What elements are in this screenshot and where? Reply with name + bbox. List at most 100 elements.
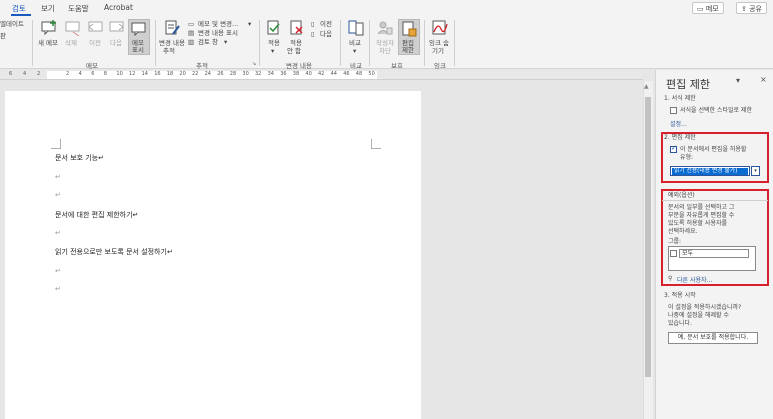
- ruler-number: 26: [217, 71, 224, 77]
- previous-change-icon: ▯: [311, 20, 315, 28]
- tab-help[interactable]: 도움말: [68, 3, 89, 14]
- next-change-icon: ▯: [311, 30, 315, 38]
- next-comment-icon: [109, 21, 124, 32]
- ruler-number: 22: [192, 71, 199, 77]
- users-icon: ⚲: [668, 275, 673, 282]
- ruler-number: 8: [103, 71, 107, 77]
- crop-mark: [371, 139, 381, 149]
- more-users-link[interactable]: 다른 사용자...: [677, 275, 712, 284]
- ruler-number: 46: [343, 71, 350, 77]
- ruler-number: 42: [318, 71, 325, 77]
- memo-button[interactable]: ▭ 메모: [692, 2, 724, 14]
- changes-group-label: 변경 내용: [286, 62, 312, 70]
- ruler-number: 4: [23, 71, 27, 77]
- ruler-number: 4: [78, 71, 82, 77]
- show-comments-button[interactable]: 메모 표시: [128, 19, 150, 55]
- tab-review[interactable]: 검토: [12, 3, 26, 14]
- partial-label: 판: [0, 32, 6, 40]
- chevron-down-icon: ▾: [248, 20, 252, 28]
- ruler-number: 40: [305, 71, 312, 77]
- checkmark-icon: ✓: [671, 144, 677, 152]
- protect-group-label: 보호: [391, 62, 403, 70]
- apply-protection-button[interactable]: 예, 문서 보호를 적용합니다.: [668, 332, 758, 344]
- paragraph-mark[interactable]: ↵: [55, 267, 61, 275]
- ribbon-tab-bar: 검토 보기 도움말 Acrobat ▭ 메모 ⇪ 공유: [0, 0, 773, 16]
- formatting-restriction-label: 서식을 선택한 스타일로 제한: [680, 107, 752, 114]
- ink-icon: [432, 20, 448, 35]
- ruler-number: 34: [267, 71, 274, 77]
- section3-desc-2: 나중에 설정을 해제할 수: [668, 312, 729, 319]
- exceptions-heading: 예외(옵션): [668, 192, 695, 199]
- doc-line[interactable]: 문서 보호 기능↵: [55, 153, 104, 163]
- paragraph-mark[interactable]: ↵: [55, 229, 61, 237]
- show-comments-icon: [131, 22, 146, 37]
- scrollbar-thumb[interactable]: [645, 97, 651, 377]
- groups-label: 그룹:: [668, 238, 682, 245]
- ruler-number: 50: [368, 71, 375, 77]
- restrict-editing-button[interactable]: 편집 제한: [398, 19, 420, 55]
- ruler-number: 28: [229, 71, 237, 77]
- group-separator: [155, 20, 156, 66]
- formatting-restriction-checkbox[interactable]: [670, 107, 677, 114]
- exceptions-desc-1: 문서의 일부를 선택하고 그: [668, 204, 735, 211]
- section3-heading: 3. 적용 시작: [664, 292, 696, 299]
- editing-restriction-label: 이 문서에서 편집을 허용할: [680, 146, 747, 153]
- track-changes-icon: [165, 20, 180, 35]
- ribbon: 엘데이트 판 새 메모 삭제 이전 다음 메모 표시 메모 변경 내용 추적 ▭…: [0, 16, 773, 70]
- memo-group-label: 메모: [86, 62, 98, 70]
- doc-line[interactable]: 읽기 전용으로만 보도록 문서 설정하기↵: [55, 247, 173, 257]
- ruler-number: 38: [292, 71, 300, 77]
- ruler-number: 2: [37, 71, 41, 77]
- ruler-number: 14: [141, 71, 148, 77]
- paragraph-mark[interactable]: ↵: [55, 173, 61, 181]
- ruler-number: 10: [116, 71, 123, 77]
- ruler-number: 44: [330, 71, 337, 77]
- editing-restriction-checkbox[interactable]: ✓: [670, 144, 677, 153]
- crop-mark: [51, 139, 61, 149]
- tab-view[interactable]: 보기: [41, 3, 55, 14]
- editing-type-dropdown[interactable]: 읽기 전용(내용 변경 불가): [670, 166, 750, 176]
- section3-desc-3: 있습니다.: [668, 320, 692, 327]
- section2-heading: 2. 편집 제한: [664, 134, 696, 141]
- dialog-launcher-icon[interactable]: ↘: [252, 60, 256, 68]
- tab-acrobat[interactable]: Acrobat: [104, 3, 133, 12]
- reviewing-pane-icon: ▥: [188, 38, 195, 46]
- ruler-number: 24: [204, 71, 211, 77]
- document-page[interactable]: 문서 보호 기능↵ ↵ ↵ 문서에 대한 편집 제한하기↵ ↵ 읽기 전용으로만…: [5, 91, 421, 419]
- editing-restriction-label-2: 유형:: [680, 154, 694, 161]
- group-separator: [32, 20, 33, 66]
- doc-line[interactable]: 문서에 대한 편집 제한하기↵: [55, 210, 138, 220]
- everyone-checkbox[interactable]: [670, 250, 677, 257]
- block-authors-icon: [377, 21, 393, 35]
- chevron-down-icon[interactable]: ▾: [751, 166, 760, 176]
- update-partial-label: 엘데이트: [0, 20, 24, 28]
- delete-comment-icon: [65, 21, 80, 36]
- section3-desc-1: 이 설정을 적용하시겠습니까?: [668, 304, 742, 311]
- exceptions-desc-2: 부분을 자유롭게 편집할 수: [668, 212, 735, 219]
- settings-link[interactable]: 설정...: [670, 119, 687, 128]
- pane-title: 편집 제한: [666, 78, 710, 91]
- everyone-item[interactable]: 모두: [679, 249, 749, 258]
- section1-heading: 1. 서식 제한: [664, 95, 696, 102]
- paragraph-mark[interactable]: ↵: [55, 191, 61, 199]
- close-icon[interactable]: ×: [760, 75, 767, 84]
- markup-icon: ▭: [188, 20, 195, 28]
- ruler-number: 16: [154, 71, 161, 77]
- group-separator: [259, 20, 260, 66]
- comment-icon: ▭: [697, 5, 704, 13]
- ruler-number: 12: [129, 71, 136, 77]
- compare-group-label: 비교: [350, 62, 362, 70]
- horizontal-ruler[interactable]: 6 4 2 2 4 6 8 10 12 14 16 18 20 22 24 26 28 30 32 34 36 38 40 4…: [0, 70, 643, 80]
- ruler-number: 32: [255, 71, 262, 77]
- share-button[interactable]: ⇪ 공유: [736, 2, 767, 14]
- document-canvas[interactable]: 문서 보호 기능↵ ↵ ↵ 문서에 대한 편집 제한하기↵ ↵ 읽기 전용으로만…: [0, 81, 643, 419]
- paragraph-mark[interactable]: ↵: [55, 285, 61, 293]
- ruler-number: 2: [66, 71, 70, 77]
- scroll-up-icon[interactable]: ▲: [644, 83, 649, 90]
- restrict-editing-icon: [402, 21, 417, 37]
- pane-options-icon[interactable]: ▾: [736, 76, 740, 85]
- ruler-number: 18: [166, 71, 174, 77]
- group-separator: [369, 20, 370, 66]
- chevron-down-icon: ▾: [224, 38, 228, 46]
- ruler-number: 36: [280, 71, 287, 77]
